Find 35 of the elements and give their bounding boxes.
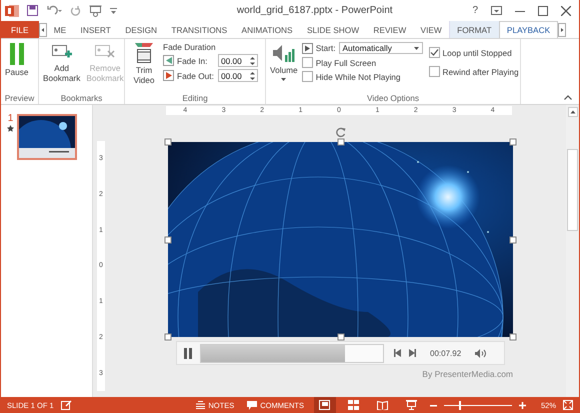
window-title: world_grid_6187.pptx - PowerPoint: [236, 5, 394, 16]
fade-in-label: Fade In:: [177, 56, 208, 66]
start-dropdown[interactable]: Automatically: [338, 42, 423, 54]
ribbon-tab[interactable]: INSERT: [73, 21, 118, 38]
ribbon-tab[interactable]: DESIGN: [118, 21, 164, 38]
help-button[interactable]: ?: [472, 5, 478, 16]
group-label: Preview: [4, 93, 36, 103]
credit-text: By PresenterMedia.com: [422, 369, 513, 379]
spin-field[interactable]: 00.00: [218, 69, 258, 82]
time-display: 00:07.92: [430, 348, 462, 358]
ribbon-tab[interactable]: SLIDE SHOW: [300, 21, 366, 38]
ribbon-tab[interactable]: TRANSITIONS: [164, 21, 234, 38]
group-label: Video Options: [366, 93, 420, 103]
fade-out-label: Fade Out:: [177, 70, 215, 80]
ribbon-tab[interactable]: REVIEW: [366, 21, 414, 38]
checkbox-label: Hide While Not Playing: [316, 72, 401, 82]
trim-video-button[interactable]: Trim Video: [127, 41, 161, 86]
checkbox-label: Play Full Screen: [316, 58, 376, 68]
group-label: Bookmarks: [60, 93, 104, 103]
checkbox-label: Loop until Stopped: [442, 48, 512, 58]
ribbon-tab[interactable]: FORMAT: [448, 21, 499, 38]
spin-field[interactable]: 00.00: [218, 54, 258, 67]
start-label: Start:: [316, 43, 336, 53]
ribbon-tab[interactable]: ANIMATIONS: [234, 21, 300, 38]
volume-button[interactable]: Volume: [268, 41, 300, 82]
pause-button[interactable]: Pause: [3, 41, 31, 79]
ribbon-tab[interactable]: ME: [46, 21, 74, 38]
fade-duration-label: Fade Duration: [163, 42, 217, 52]
ribbon-tab[interactable]: VIEW: [413, 21, 449, 38]
add-bookmark-button[interactable]: Add Bookmark: [41, 41, 82, 84]
ribbon-tab[interactable]: FILE: [1, 21, 39, 38]
ribbon-tab[interactable]: PLAYBACK: [498, 21, 558, 38]
group-label: Editing: [181, 93, 209, 103]
checkbox-label: Rewind after Playing: [442, 66, 519, 76]
slide-number: 1: [8, 114, 14, 124]
